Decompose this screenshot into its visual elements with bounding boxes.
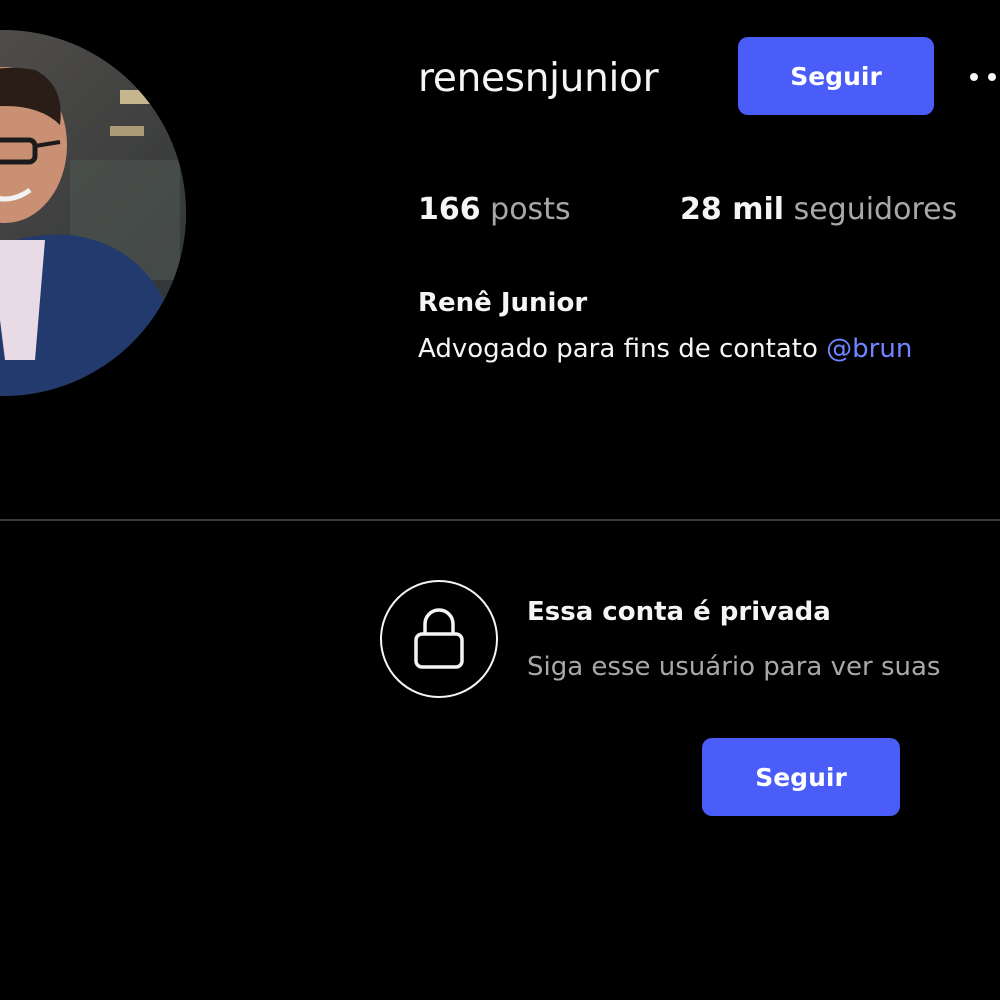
followers-count[interactable]: 28 mil seguidores [680,192,957,227]
bio-mention-link[interactable]: @brun [826,334,912,364]
followers-label: seguidores [784,192,958,227]
bio-text: Advogado para fins de contato [418,334,827,364]
profile-username: renesnjunior [418,56,659,101]
profile-bio: Advogado para fins de contato @brun [418,334,912,364]
posts-number: 166 [418,192,481,227]
private-account-title: Essa conta é privada [527,597,831,627]
more-options-icon[interactable] [966,62,1000,92]
profile-full-name: Renê Junior [418,288,588,318]
lock-icon [414,608,464,669]
follow-button[interactable]: Seguir [738,37,934,115]
follow-button-private[interactable]: Seguir [702,738,900,816]
private-account-subtitle: Siga esse usuário para ver suas [527,652,941,682]
profile-page: renesnjunior Seguir 166 posts 28 mil seg… [0,0,1000,1000]
lock-icon-circle [380,580,498,698]
posts-count: 166 posts [418,192,571,227]
profile-photo [0,30,186,396]
posts-label: posts [480,192,571,227]
dot [988,73,996,81]
avatar[interactable] [0,30,186,396]
followers-number: 28 mil [680,192,785,227]
dot [970,73,978,81]
section-divider [0,519,1000,521]
